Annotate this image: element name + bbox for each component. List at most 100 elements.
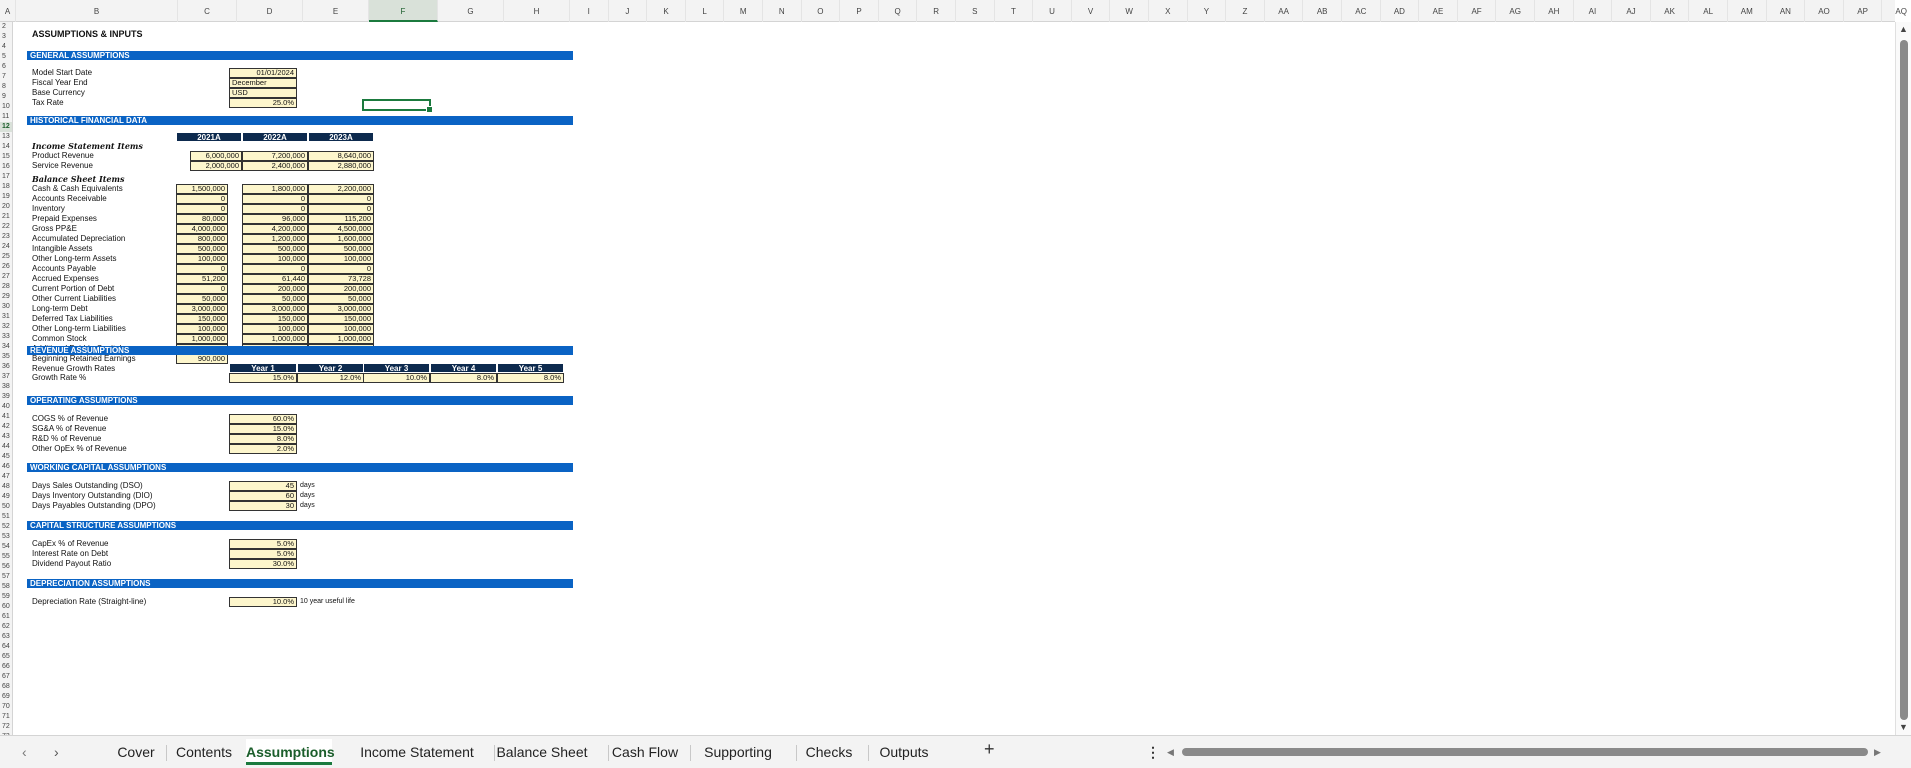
row-header-11[interactable]: 11 [0, 112, 12, 122]
operating-input[interactable]: 15.0% [229, 424, 297, 434]
income-value-input[interactable]: 8,640,000 [308, 151, 374, 161]
column-header-t[interactable]: T [995, 0, 1034, 22]
balance-value-input[interactable]: 1,000,000 [176, 334, 228, 344]
operating-input[interactable]: 60.0% [229, 414, 297, 424]
balance-value-input[interactable]: 0 [176, 284, 228, 294]
row-header-29[interactable]: 29 [0, 292, 12, 302]
column-header-e[interactable]: E [303, 0, 369, 22]
row-header-5[interactable]: 5 [0, 52, 12, 62]
balance-value-input[interactable]: 500,000 [176, 244, 228, 254]
vertical-scroll-thumb[interactable] [1900, 40, 1908, 720]
sheet-tab-contents[interactable]: Contents [168, 739, 240, 765]
balance-value-input[interactable]: 4,000,000 [176, 224, 228, 234]
column-header-i[interactable]: I [570, 0, 609, 22]
row-header-56[interactable]: 56 [0, 562, 12, 572]
balance-value-input[interactable]: 1,000,000 [242, 334, 308, 344]
row-header-7[interactable]: 7 [0, 72, 12, 82]
row-header-64[interactable]: 64 [0, 642, 12, 652]
row-header-31[interactable]: 31 [0, 312, 12, 322]
sheet-tab-cash-flow[interactable]: Cash Flow [610, 739, 680, 765]
column-header-n[interactable]: N [763, 0, 802, 22]
column-header-af[interactable]: AF [1458, 0, 1497, 22]
column-header-y[interactable]: Y [1188, 0, 1227, 22]
balance-value-input[interactable]: 50,000 [242, 294, 308, 304]
column-header-ao[interactable]: AO [1805, 0, 1844, 22]
growth-rate-input[interactable]: 8.0% [430, 373, 497, 383]
row-header-41[interactable]: 41 [0, 412, 12, 422]
column-header-s[interactable]: S [956, 0, 995, 22]
row-header-4[interactable]: 4 [0, 42, 12, 52]
scroll-right-icon[interactable]: ▶ [1874, 747, 1881, 758]
column-header-aj[interactable]: AJ [1612, 0, 1651, 22]
column-header-aa[interactable]: AA [1265, 0, 1304, 22]
growth-rate-input[interactable]: 12.0% [297, 373, 364, 383]
row-header-22[interactable]: 22 [0, 222, 12, 232]
row-header-19[interactable]: 19 [0, 192, 12, 202]
row-header-27[interactable]: 27 [0, 272, 12, 282]
balance-value-input[interactable]: 0 [308, 264, 374, 274]
row-header-58[interactable]: 58 [0, 582, 12, 592]
row-header-62[interactable]: 62 [0, 622, 12, 632]
row-header-35[interactable]: 35 [0, 352, 12, 362]
column-header-am[interactable]: AM [1728, 0, 1767, 22]
general-value-input[interactable]: 25.0% [229, 98, 297, 108]
row-header-48[interactable]: 48 [0, 482, 12, 492]
row-header-59[interactable]: 59 [0, 592, 12, 602]
row-header-70[interactable]: 70 [0, 702, 12, 712]
column-header-r[interactable]: R [917, 0, 956, 22]
horizontal-scroll-thumb[interactable] [1182, 748, 1868, 756]
operating-input[interactable]: 2.0% [229, 444, 297, 454]
row-header-8[interactable]: 8 [0, 82, 12, 92]
column-header-o[interactable]: O [802, 0, 841, 22]
working-capital-input[interactable]: 45 [229, 481, 297, 491]
capital-input[interactable]: 5.0% [229, 549, 297, 559]
row-header-2[interactable]: 2 [0, 22, 12, 32]
balance-value-input[interactable]: 73,728 [308, 274, 374, 284]
balance-value-input[interactable]: 500,000 [242, 244, 308, 254]
balance-value-input[interactable]: 4,500,000 [308, 224, 374, 234]
column-header-h[interactable]: H [504, 0, 570, 22]
row-header-17[interactable]: 17 [0, 172, 12, 182]
column-header-u[interactable]: U [1033, 0, 1072, 22]
column-header-al[interactable]: AL [1689, 0, 1728, 22]
balance-value-input[interactable]: 3,000,000 [242, 304, 308, 314]
more-options-icon[interactable]: ⋮ [1146, 744, 1160, 761]
column-header-c[interactable]: C [178, 0, 237, 22]
row-header-36[interactable]: 36 [0, 362, 12, 372]
row-header-3[interactable]: 3 [0, 32, 12, 42]
add-sheet-icon[interactable]: + [984, 739, 995, 760]
row-header-42[interactable]: 42 [0, 422, 12, 432]
row-header-16[interactable]: 16 [0, 162, 12, 172]
sheet-tab-income-statement[interactable]: Income Statement [352, 739, 482, 765]
row-header-10[interactable]: 10 [0, 102, 12, 112]
column-header-x[interactable]: X [1149, 0, 1188, 22]
balance-value-input[interactable]: 0 [176, 204, 228, 214]
scroll-up-icon[interactable]: ▲ [1899, 24, 1908, 34]
working-capital-input[interactable]: 30 [229, 501, 297, 511]
growth-rate-input[interactable]: 10.0% [363, 373, 430, 383]
row-header-12[interactable]: 12 [0, 122, 12, 132]
balance-value-input[interactable]: 200,000 [242, 284, 308, 294]
balance-value-input[interactable]: 100,000 [308, 254, 374, 264]
row-header-18[interactable]: 18 [0, 182, 12, 192]
balance-value-input[interactable]: 800,000 [176, 234, 228, 244]
row-header-24[interactable]: 24 [0, 242, 12, 252]
row-header-38[interactable]: 38 [0, 382, 12, 392]
balance-value-input[interactable]: 51,200 [176, 274, 228, 284]
column-header-z[interactable]: Z [1226, 0, 1265, 22]
column-header-g[interactable]: G [438, 0, 504, 22]
balance-value-input[interactable]: 1,800,000 [242, 184, 308, 194]
row-header-14[interactable]: 14 [0, 142, 12, 152]
row-header-46[interactable]: 46 [0, 462, 12, 472]
sheet-tab-balance-sheet[interactable]: Balance Sheet [496, 739, 588, 765]
column-header-p[interactable]: P [840, 0, 879, 22]
row-header-30[interactable]: 30 [0, 302, 12, 312]
balance-value-input[interactable]: 0 [242, 194, 308, 204]
balance-value-input[interactable]: 61,440 [242, 274, 308, 284]
row-header-72[interactable]: 72 [0, 722, 12, 732]
balance-value-input[interactable]: 150,000 [242, 314, 308, 324]
column-header-q[interactable]: Q [879, 0, 918, 22]
row-header-44[interactable]: 44 [0, 442, 12, 452]
row-header-67[interactable]: 67 [0, 672, 12, 682]
row-header-37[interactable]: 37 [0, 372, 12, 382]
